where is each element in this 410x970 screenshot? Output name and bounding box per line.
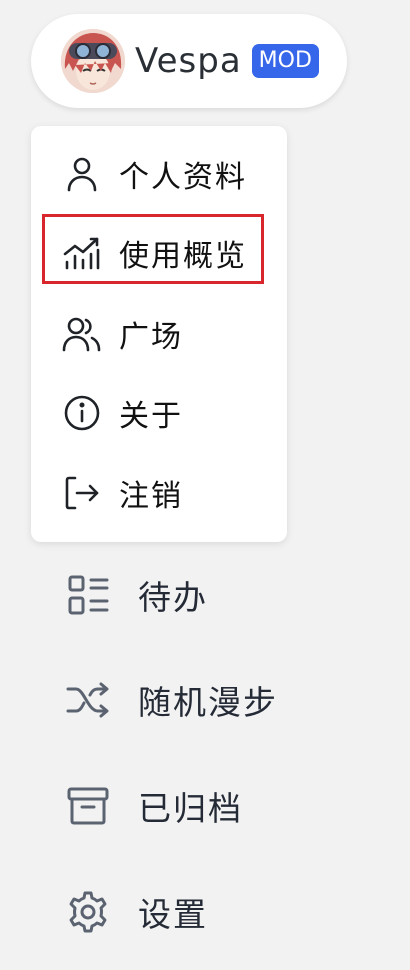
gear-icon [66,890,110,934]
nav-item-settings[interactable]: 设置 [60,877,390,947]
nav-item-label: 待办 [138,578,208,617]
nav-item-archived[interactable]: 已归档 [60,771,390,841]
avatar [61,29,125,93]
mod-badge: MOD [251,44,319,78]
nav-item-random-walk[interactable]: 随机漫步 [60,665,390,735]
chart-line-icon [62,233,102,273]
menu-item-logout[interactable]: 注销 [31,458,287,528]
menu-item-usage-overview[interactable]: 使用概览 [31,218,287,288]
nav-item-todo[interactable]: 待办 [60,560,390,630]
nav-item-label: 随机漫步 [138,683,278,722]
username: Vespa [135,41,242,81]
archive-icon [66,784,110,828]
info-icon [62,393,102,433]
menu-item-label: 关于 [119,399,183,434]
menu-item-profile[interactable]: 个人资料 [31,139,287,209]
shuffle-icon [66,678,110,722]
profile-button[interactable]: Vespa MOD [31,14,347,108]
menu-item-label: 使用概览 [119,239,247,274]
menu-item-label: 广场 [119,320,183,355]
menu-item-square[interactable]: 广场 [31,299,287,369]
nav-item-label: 已归档 [138,789,243,828]
profile-dropdown-menu: 个人资料 使用概览 广场 关于 注销 [31,126,287,542]
menu-item-about[interactable]: 关于 [31,378,287,448]
list-icon [66,573,110,617]
menu-item-label: 注销 [119,479,183,514]
menu-item-label: 个人资料 [119,160,247,195]
logout-icon [62,473,102,513]
user-icon [62,154,102,194]
users-icon [62,314,102,354]
nav-item-label: 设置 [138,895,208,934]
